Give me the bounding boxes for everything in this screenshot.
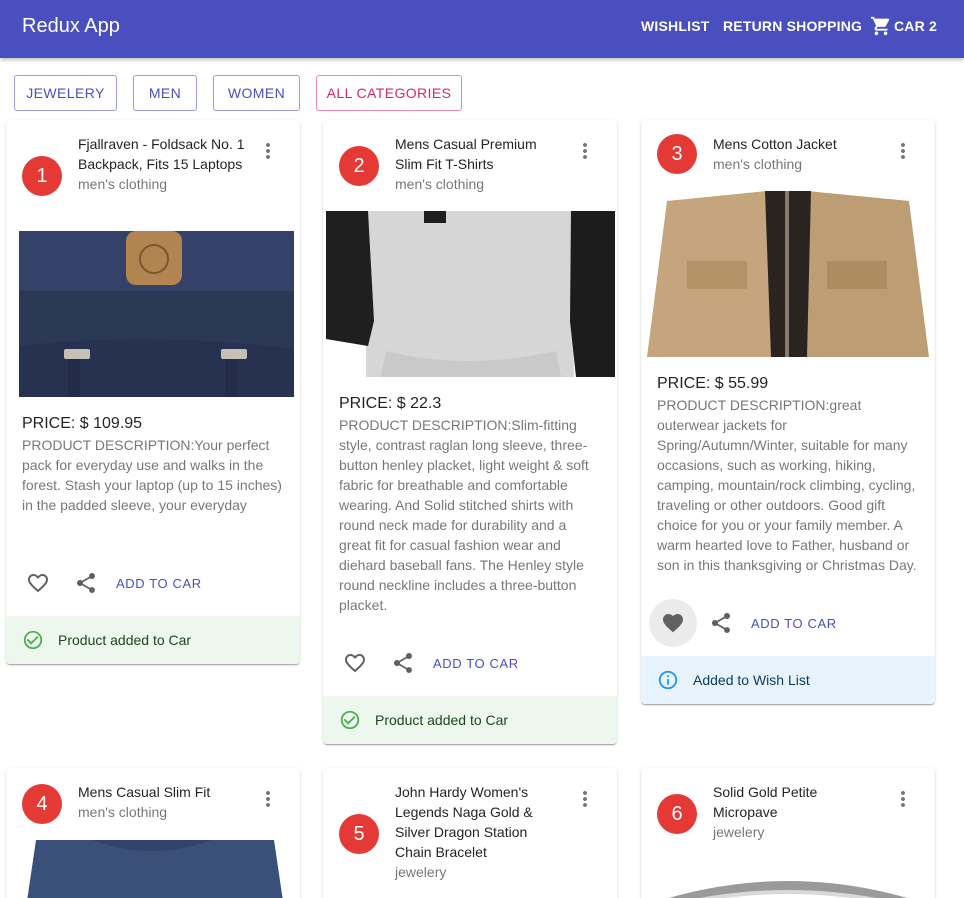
add-to-cart-button[interactable]: ADD TO CAR [433,656,519,671]
product-card: 1 Fjallraven - Foldsack No. 1 Backpack, … [6,120,300,664]
product-image-backpack [12,231,294,397]
return-shopping-link[interactable]: RETURN SHOPPING [723,18,862,34]
product-number-avatar: 4 [22,784,62,824]
check-circle-icon [23,630,43,650]
wishlist-link[interactable]: WISHLIST [641,18,709,34]
app-bar: Redux App WISHLIST RETURN SHOPPING CAR 2 [0,0,964,58]
product-card: 4 Mens Casual Slim Fit men's clothing [6,768,300,898]
favorite-button[interactable] [649,599,697,647]
success-alert: Product added to Car [6,616,300,664]
product-card: 6 Solid Gold Petite Micropave jewelery [641,768,935,898]
product-card: 5 John Hardy Women's Legends Naga Gold &… [323,768,617,898]
product-title-text: John Hardy Women's Legends Naga Gold & S… [395,784,533,860]
product-description: PRODUCT DESCRIPTION:Slim-fitting style, … [339,417,589,613]
product-title: Mens Casual Premium Slim Fit T-Shirts me… [395,134,565,194]
filter-women-button[interactable]: WOMEN [213,75,300,111]
share-icon [77,573,95,593]
share-button[interactable] [62,559,110,607]
share-icon [394,653,412,673]
success-alert: Product added to Car [323,696,617,744]
product-card: 2 Mens Casual Premium Slim Fit T-Shirts … [323,120,617,744]
product-number-avatar: 5 [339,814,379,854]
filter-jewelery-button[interactable]: JEWELERY [14,75,117,111]
product-price: PRICE: $ 55.99 [657,375,769,392]
heart-outline-icon [28,574,48,593]
product-title: Fjallraven - Foldsack No. 1 Backpack, Fi… [78,134,248,194]
product-title: John Hardy Women's Legends Naga Gold & S… [395,782,565,882]
product-number-avatar: 6 [657,794,697,834]
product-category: jewelery [395,864,447,880]
heart-filled-icon [663,614,683,633]
app-title: Redux App [22,15,120,37]
alert-message: Product added to Car [58,632,192,648]
product-description: PRODUCT DESCRIPTION:Your perfect pack fo… [22,437,282,513]
add-to-cart-button[interactable]: ADD TO CAR [751,616,837,631]
card-actions: ADD TO CAR [14,561,202,605]
alert-message: Added to Wish List [693,672,810,688]
product-category: men's clothing [713,156,803,172]
product-category: men's clothing [395,176,485,192]
filter-all-categories-button[interactable]: ALL CATEGORIES [316,75,462,111]
product-title-text: Mens Casual Premium Slim Fit T-Shirts [395,136,537,172]
product-title-text: Mens Cotton Jacket [713,136,837,152]
more-vert-icon[interactable] [891,139,915,163]
product-card: 3 Mens Cotton Jacket men's clothing PRIC… [641,120,935,704]
share-icon [712,613,730,633]
product-number-avatar: 1 [22,156,62,196]
card-actions: ADD TO CAR [649,599,837,647]
card-actions: ADD TO CAR [331,641,519,685]
more-vert-icon[interactable] [573,787,597,811]
cart-link[interactable]: CAR 2 [894,18,937,34]
alert-message: Product added to Car [375,712,509,728]
share-button[interactable] [697,599,745,647]
favorite-button[interactable] [331,639,379,687]
product-category: men's clothing [78,176,168,192]
share-button[interactable] [379,639,427,687]
info-icon [658,670,678,690]
product-title: Mens Cotton Jacket men's clothing [713,134,883,174]
product-title-text: Fjallraven - Foldsack No. 1 Backpack, Fi… [78,136,245,172]
shopping-cart-icon[interactable] [870,15,892,37]
product-image-tshirt [326,211,615,377]
product-number-avatar: 3 [657,134,697,174]
product-title-text: Solid Gold Petite Micropave [713,784,818,820]
info-alert: Added to Wish List [641,656,935,704]
add-to-cart-button[interactable]: ADD TO CAR [116,576,202,591]
product-category: men's clothing [78,804,168,820]
more-vert-icon[interactable] [573,139,597,163]
heart-outline-icon [345,654,365,673]
product-price: PRICE: $ 109.95 [22,415,143,432]
product-category: jewelery [713,824,765,840]
more-vert-icon[interactable] [256,139,280,163]
more-vert-icon[interactable] [891,787,915,811]
product-title: Mens Casual Slim Fit men's clothing [78,782,248,822]
product-number-avatar: 2 [339,146,379,186]
check-circle-icon [340,710,360,730]
product-title-text: Mens Casual Slim Fit [78,784,211,800]
more-vert-icon[interactable] [256,787,280,811]
filter-men-button[interactable]: MEN [133,75,197,111]
product-image-jacket [647,191,929,357]
favorite-button[interactable] [14,559,62,607]
product-price: PRICE: $ 22.3 [339,395,442,412]
product-title: Solid Gold Petite Micropave jewelery [713,782,883,842]
product-description: PRODUCT DESCRIPTION:great outerwear jack… [657,397,917,573]
product-image-ring [647,872,929,898]
product-image-slim-fit [12,840,294,898]
